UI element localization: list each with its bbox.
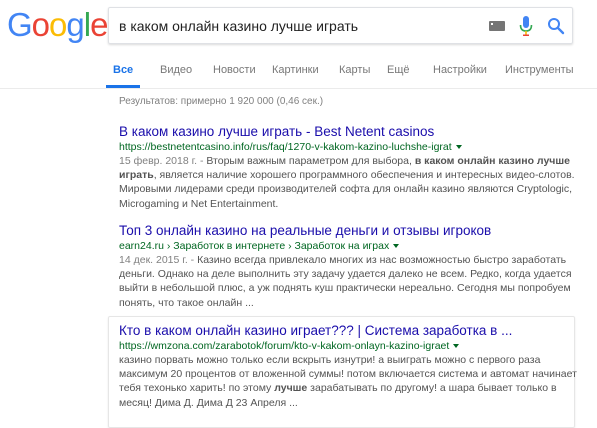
tab-maps[interactable]: Карты (339, 64, 370, 76)
logo-letter: g (66, 6, 84, 43)
caret-down-icon[interactable] (453, 344, 460, 349)
search-icon[interactable] (547, 17, 565, 35)
search-result: В каком казино лучше играть - Best Neten… (119, 123, 579, 211)
search-result: Топ 3 онлайн казино на реальные деньги и… (119, 222, 579, 310)
result-title-link[interactable]: В каком казино лучше играть - Best Neten… (119, 123, 579, 140)
result-snippet: 14 дек. 2015 г. - Казино всегда привлека… (119, 253, 579, 310)
logo-letter: e (90, 6, 108, 43)
tab-images[interactable]: Картинки (272, 64, 319, 76)
tab-tools[interactable]: Инструменты (505, 64, 574, 76)
keyboard-icon[interactable] (489, 21, 507, 31)
search-result: Кто в каком онлайн казино играет??? | Си… (119, 322, 579, 410)
tab-all[interactable]: Все (113, 64, 133, 76)
result-url-text: https://wmzona.com/zarabotok/forum/kto-v… (119, 340, 450, 352)
caret-down-icon[interactable] (455, 145, 462, 150)
microphone-icon[interactable] (519, 16, 533, 36)
result-url: earn24.ru › Заработок в интернете › Зара… (119, 239, 579, 253)
logo-letter: o (31, 6, 50, 43)
result-url-text: earn24.ru › Заработок в интернете › Зара… (119, 240, 390, 252)
snippet-highlight: лучше (274, 382, 308, 395)
result-snippet: 15 февр. 2018 г. - Вторым важным парамет… (119, 154, 579, 211)
search-input[interactable] (119, 8, 479, 43)
snippet-text: Вторым важным параметром для выбора, (206, 155, 415, 167)
result-stats: Результатов: примерно 1 920 000 (0,46 се… (119, 96, 324, 107)
result-title-link[interactable]: Кто в каком онлайн казино играет??? | Си… (119, 322, 579, 339)
result-date: 15 февр. 2018 г. - (119, 155, 207, 167)
caret-down-icon[interactable] (393, 244, 400, 249)
result-url-text: https://bestnetentcasino.info/rus/faq/12… (119, 141, 452, 153)
snippet-text: , является наличие хорошего программного… (119, 169, 575, 210)
result-date: 14 дек. 2015 г. - (119, 254, 198, 266)
tab-settings[interactable]: Настройки (433, 64, 487, 76)
tab-news[interactable]: Новости (213, 64, 256, 76)
tab-more[interactable]: Ещё (387, 64, 410, 76)
result-url: https://wmzona.com/zarabotok/forum/kto-v… (119, 339, 579, 353)
tab-video[interactable]: Видео (160, 64, 192, 76)
logo-letter: G (7, 6, 33, 43)
result-url: https://bestnetentcasino.info/rus/faq/12… (119, 140, 579, 154)
logo-letter: o (49, 6, 67, 43)
result-title-link[interactable]: Топ 3 онлайн казино на реальные деньги и… (119, 222, 579, 239)
google-logo[interactable]: Google (7, 6, 108, 43)
search-tabs: Все Видео Новости Картинки Карты Ещё Нас… (0, 52, 597, 89)
search-box[interactable] (108, 7, 573, 44)
active-tab-indicator (106, 85, 140, 88)
result-snippet: казино порвать можно только если вскрыть… (119, 353, 579, 410)
